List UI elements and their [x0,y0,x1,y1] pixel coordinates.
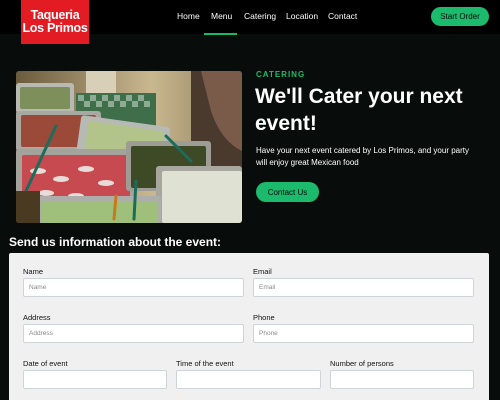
nav-item-menu[interactable]: Menu [211,11,232,21]
name-input[interactable] [23,278,244,297]
email-input[interactable] [253,278,474,297]
form-title: Send us information about the event: [9,235,222,249]
nav-item-catering[interactable]: Catering [244,11,276,21]
nav-item-home[interactable]: Home [177,11,200,21]
start-order-button[interactable]: Start Order [431,7,489,26]
date-input[interactable] [23,370,167,389]
name-label: Name [23,267,44,276]
event-form: Name Email Address Phone Date of event T… [9,253,489,400]
phone-label: Phone [253,313,275,322]
nav-item-location[interactable]: Location [286,11,318,21]
nav-item-contact[interactable]: Contact [328,11,357,21]
active-nav-indicator [204,33,237,35]
section-eyebrow: CATERING [256,70,306,79]
brand-logo[interactable]: Taqueria Los Primos [21,0,89,44]
email-label: Email [253,267,272,276]
hero-description: Have your next event catered by Los Prim… [256,146,469,167]
phone-input[interactable] [253,324,474,343]
contact-us-button[interactable]: Contact Us [256,182,319,202]
persons-label: Number of persons [330,359,394,368]
hero-title: We'll Cater your next event! [255,85,463,135]
brand-line-2: Los Primos [22,21,88,35]
date-label: Date of event [23,359,68,368]
address-input[interactable] [23,324,244,343]
time-input[interactable] [176,370,321,389]
address-label: Address [23,313,51,322]
catering-food-image [16,71,242,223]
time-label: Time of the event [176,359,234,368]
persons-input[interactable] [330,370,474,389]
